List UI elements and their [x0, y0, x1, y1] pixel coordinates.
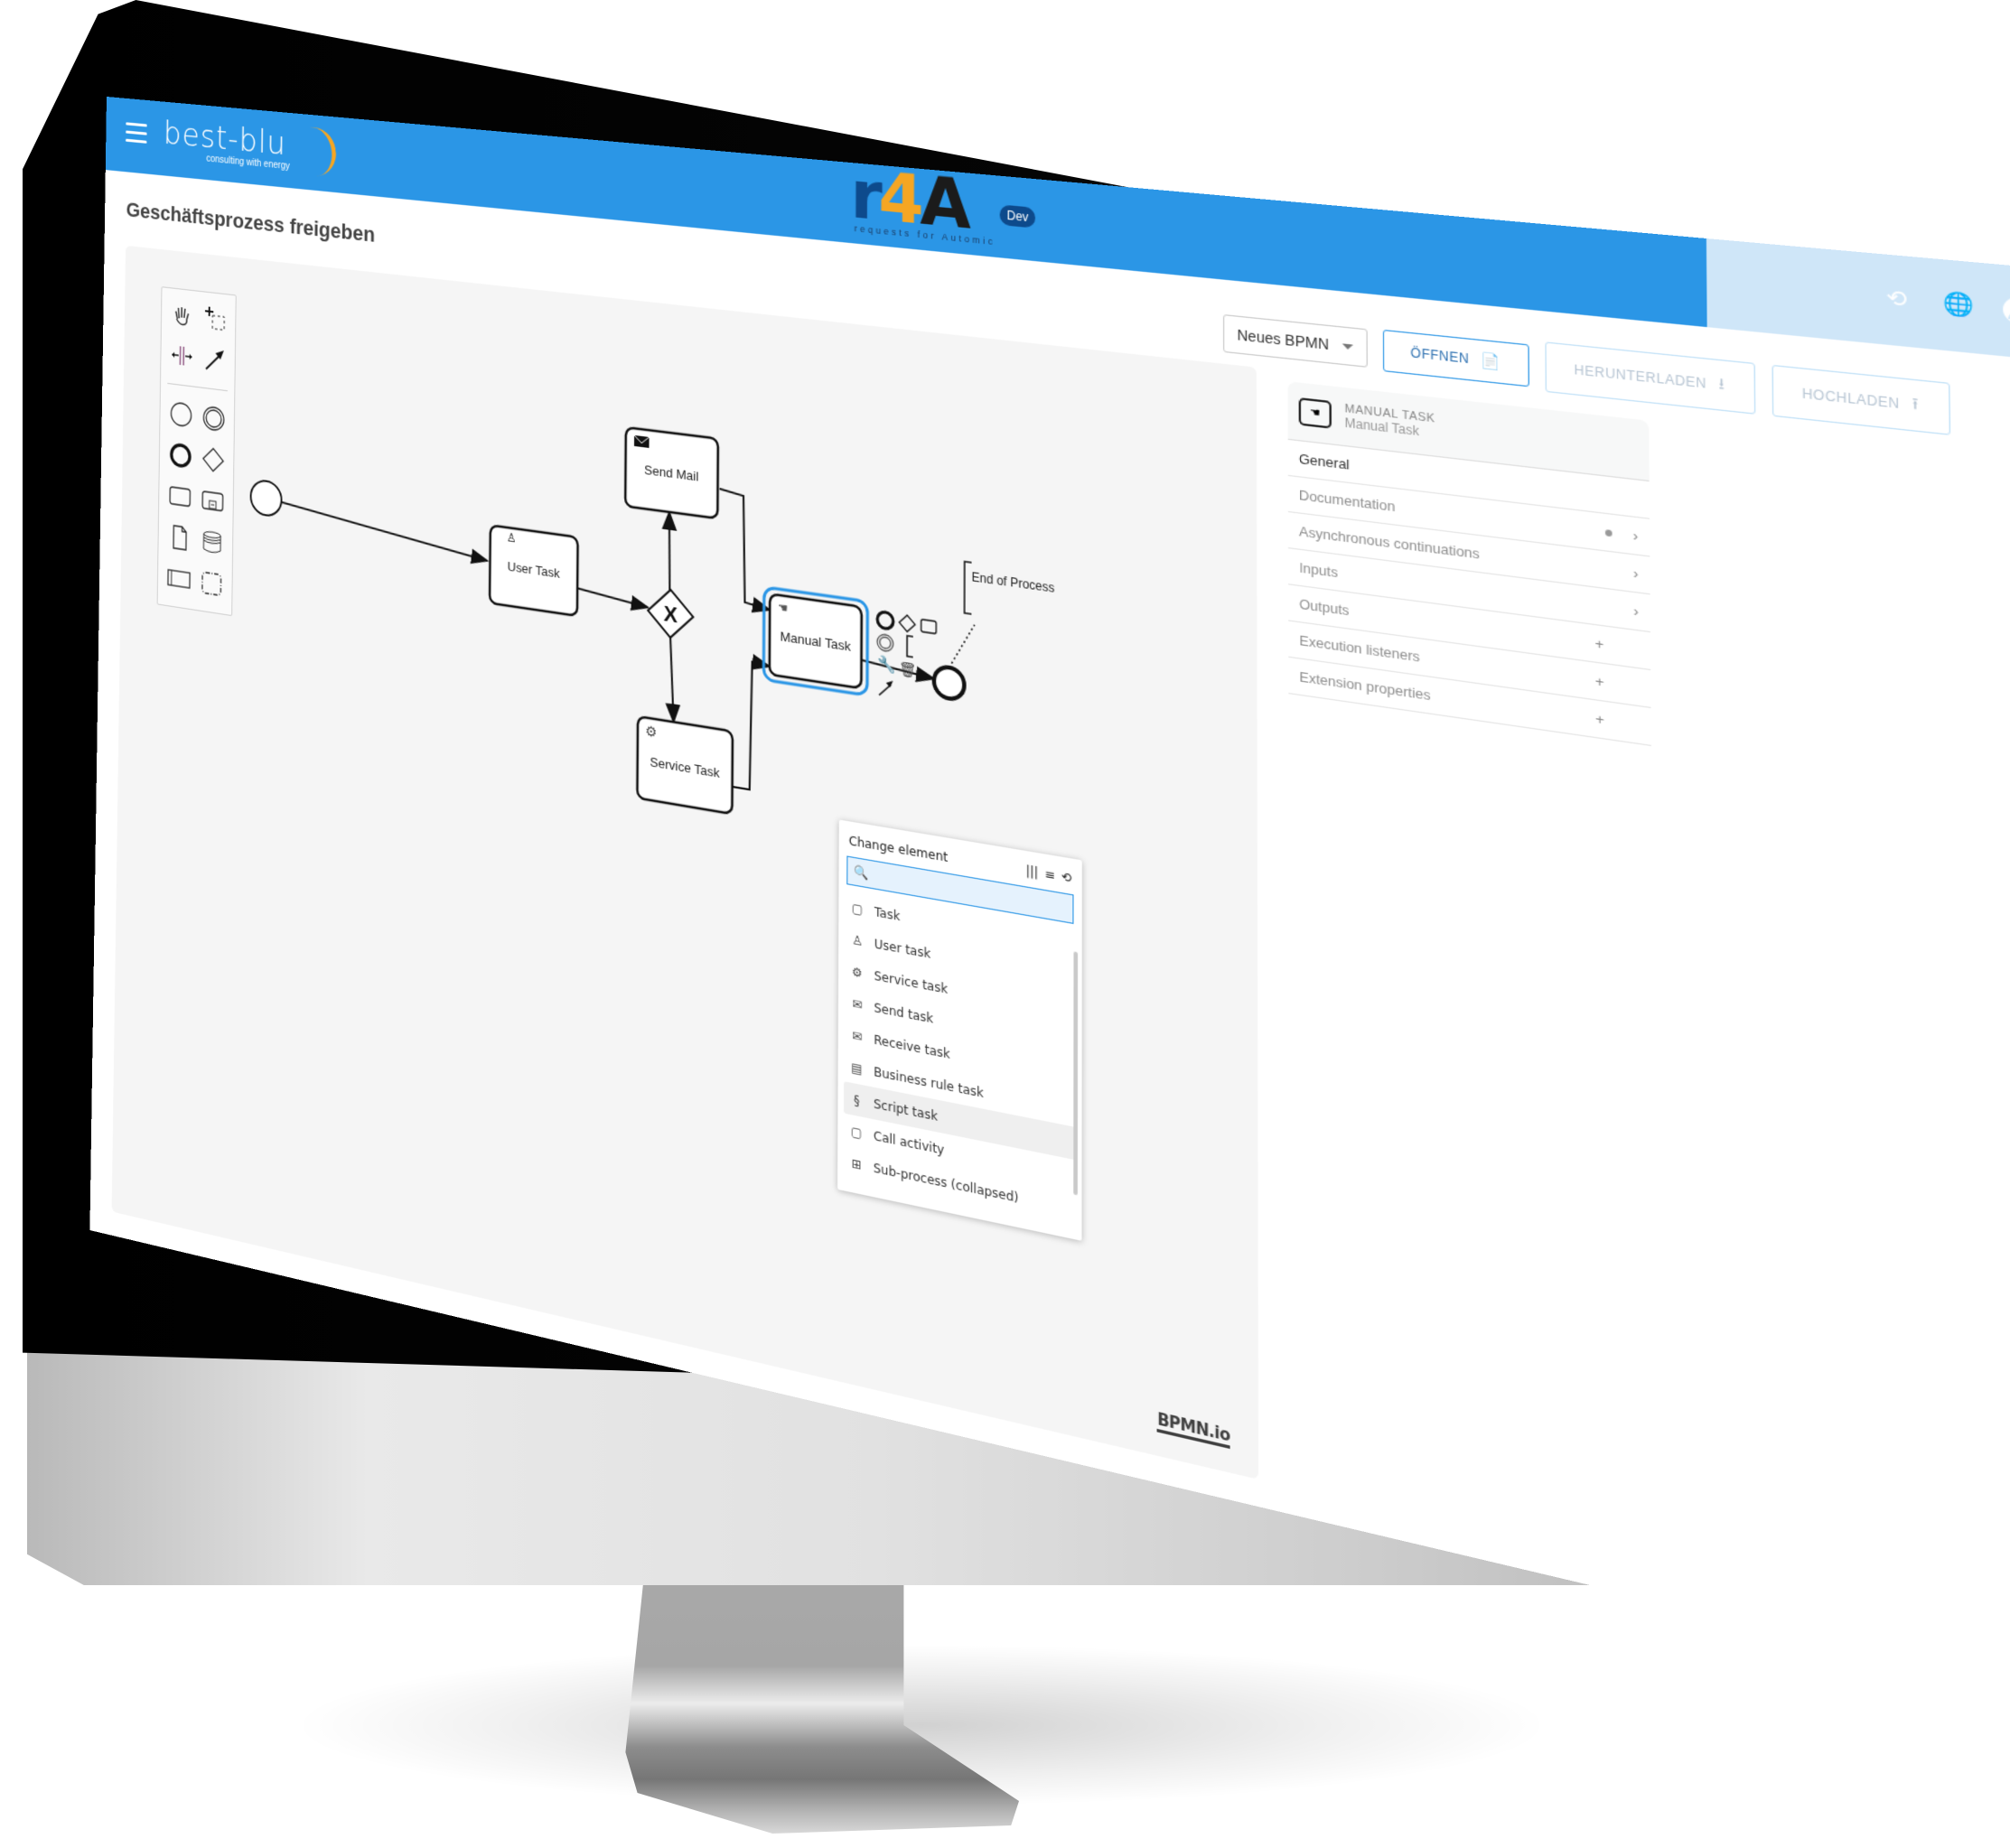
- context-pad: 🔧 🗑: [877, 611, 936, 705]
- gear-icon: ⚙: [851, 964, 863, 981]
- envelope-outline-icon: ✉: [852, 1027, 863, 1044]
- sequence-flow[interactable]: [733, 659, 770, 793]
- sequence-flow[interactable]: [668, 512, 670, 592]
- upload-button-label: HOCHLADEN: [1801, 386, 1901, 412]
- globe-icon[interactable]: 🌐: [1942, 291, 1974, 319]
- popup-item-label: Script task: [874, 1096, 939, 1124]
- append-end-event-icon[interactable]: [877, 611, 893, 630]
- product-logo: r4A requests for Automic Dev: [850, 155, 1041, 262]
- script-icon: §: [853, 1092, 860, 1108]
- service-task[interactable]: ⚙ Service Task: [637, 716, 733, 814]
- chevron-right-icon: ›: [1632, 565, 1639, 583]
- trash-icon[interactable]: 🗑: [899, 661, 917, 679]
- group-label: Outputs: [1299, 595, 1350, 619]
- envelope-filled-icon: ✉: [852, 995, 863, 1013]
- append-gateway-icon[interactable]: [899, 614, 915, 633]
- gear-icon: ⚙: [645, 723, 657, 741]
- list-icon[interactable]: ≡: [1044, 866, 1055, 882]
- change-element-popup: Change element ||| ≡ ⟲ 🔍 ▢ Task ♙ User tas…: [837, 819, 1082, 1241]
- plus-icon[interactable]: +: [1595, 673, 1604, 691]
- group-label: General: [1298, 450, 1350, 473]
- send-mail-task[interactable]: Send Mail: [625, 427, 718, 518]
- annotation-text: End of Process: [971, 570, 1054, 596]
- account-icon[interactable]: [2003, 296, 2010, 325]
- history-settings-icon[interactable]: ⟲: [1883, 285, 1910, 313]
- chevron-right-icon: ›: [1632, 527, 1639, 545]
- text-annotation[interactable]: End of Process: [965, 562, 1055, 626]
- manual-task-icon: ☚: [1298, 397, 1332, 429]
- download-button[interactable]: HERUNTERLADEN ⭳: [1545, 341, 1755, 415]
- exclusive-gateway[interactable]: X: [648, 586, 693, 640]
- select-value: Neues BPMN: [1237, 326, 1330, 353]
- upload-button[interactable]: HOCHLADEN ⭱: [1772, 364, 1951, 435]
- hand-icon: ☚: [778, 600, 789, 616]
- bpmn-io-watermark[interactable]: BPMN.io: [1157, 1409, 1230, 1450]
- plus-icon[interactable]: +: [1594, 635, 1603, 653]
- group-label: Documentation: [1298, 487, 1396, 515]
- environment-badge: Dev: [999, 204, 1036, 229]
- bpmn-canvas[interactable]: ♙ User Task X Send Mail ⚙ Service Task ☚…: [112, 246, 1258, 1479]
- popup-item-label: Send task: [874, 1000, 934, 1026]
- end-event[interactable]: [934, 666, 965, 701]
- popup-header-actions: ||| ≡ ⟲: [1026, 863, 1072, 886]
- bpmn-diagram: ♙ User Task X Send Mail ⚙ Service Task ☚…: [114, 246, 1258, 1332]
- upload-icon: ⭱: [1912, 393, 1920, 413]
- download-icon: ⭳: [1718, 373, 1725, 393]
- group-label: Inputs: [1299, 559, 1339, 581]
- search-icon: 🔍: [853, 863, 869, 882]
- properties-panel: ☚ MANUAL TASK Manual Task General Docume…: [1287, 381, 1651, 747]
- chevron-right-icon: ›: [1633, 602, 1639, 621]
- association[interactable]: [949, 621, 975, 671]
- download-button-label: HERUNTERLADEN: [1574, 361, 1707, 392]
- caret-down-icon: [1342, 342, 1353, 350]
- page-title: Geschäftsprozess freigeben: [126, 197, 376, 247]
- user-icon: ♙: [507, 530, 517, 546]
- append-annotation-icon[interactable]: [907, 636, 913, 658]
- sequence-flow[interactable]: [719, 489, 771, 610]
- manual-task[interactable]: ☚ Manual Task: [763, 587, 867, 695]
- call-activity-icon: ▢: [850, 1123, 863, 1141]
- start-event[interactable]: [250, 479, 281, 517]
- group-label: Execution listeners: [1299, 631, 1420, 666]
- popup-list: ▢ Task ♙ User task ⚙ Service task ✉ Send tas…: [837, 889, 1082, 1227]
- plus-icon[interactable]: +: [1595, 710, 1604, 728]
- gateway-marker: X: [663, 601, 678, 628]
- group-label: Extension properties: [1299, 668, 1431, 704]
- sequence-flow[interactable]: [669, 637, 674, 723]
- bpmn-template-select[interactable]: Neues BPMN: [1223, 313, 1368, 368]
- open-button-label: ÖFFNEN: [1410, 345, 1470, 367]
- menu-icon[interactable]: [125, 122, 147, 145]
- popup-item-label: Task: [874, 904, 901, 924]
- wrench-icon[interactable]: 🔧: [877, 654, 896, 676]
- has-content-indicator: [1604, 528, 1613, 537]
- task-icon: ▢: [851, 900, 864, 917]
- file-open-icon: 📄: [1480, 350, 1501, 371]
- brand-logo[interactable]: best-blu consulting with energy: [163, 115, 340, 186]
- sequence-flow[interactable]: [578, 589, 648, 608]
- popup-item-label: Service task: [874, 967, 949, 996]
- append-task-icon[interactable]: [921, 620, 937, 634]
- brand-swoosh-icon: [260, 125, 340, 182]
- popup-item-label: User task: [874, 936, 931, 961]
- columns-icon[interactable]: |||: [1026, 863, 1039, 881]
- sequence-flow[interactable]: [859, 659, 934, 678]
- monitor-screen: best-blu consulting with energy r4A requ…: [107, 97, 1877, 1334]
- popup-scrollbar[interactable]: [1073, 951, 1079, 1196]
- loop-icon[interactable]: ⟲: [1061, 869, 1072, 885]
- user-icon: ♙: [852, 931, 863, 949]
- sequence-flow[interactable]: [281, 502, 488, 561]
- table-icon: ▤: [851, 1059, 863, 1077]
- subprocess-icon: ⊞: [851, 1155, 862, 1172]
- user-task[interactable]: ♙ User Task: [490, 525, 578, 615]
- open-button[interactable]: ÖFFNEN 📄: [1382, 329, 1530, 387]
